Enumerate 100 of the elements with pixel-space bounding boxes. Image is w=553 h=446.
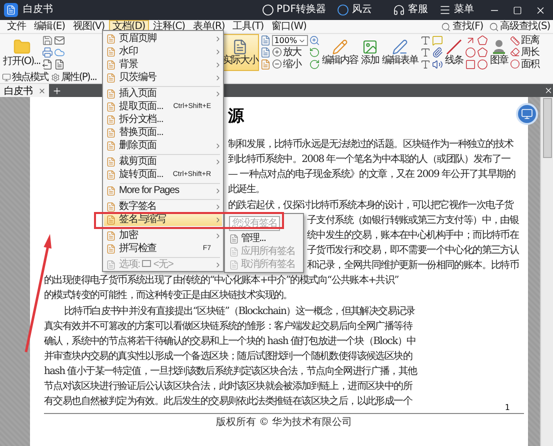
mail-icon[interactable] — [54, 35, 66, 46]
mode-button[interactable]: 独点模式 — [2, 72, 48, 82]
zoom-icon[interactable] — [309, 35, 320, 46]
text-line: 到比特币系统中。2008 年一个笔名为中本聪的人（或团队）发布了一 — [228, 152, 510, 167]
close-icon[interactable] — [38, 86, 46, 94]
monitor-icon — [2, 72, 11, 82]
menu-item[interactable]: 编辑(E) — [30, 20, 69, 33]
title-action-link[interactable]: 客服 — [408, 4, 428, 16]
text-line: 的跌宕起伏，仅探讨比特币系统本身的设计，可以把它视作一次电子货 — [228, 198, 514, 213]
pencil-icon — [332, 39, 348, 55]
page-icon — [106, 186, 116, 196]
search-button[interactable]: 高级查找(S) — [486, 20, 553, 32]
menu-entry[interactable]: 替换页面... — [104, 126, 222, 139]
page-icon — [229, 234, 239, 244]
circle-icon — [510, 59, 520, 70]
menu-entry[interactable]: 背景 — [104, 58, 222, 71]
menu-entry[interactable]: More for Pages — [104, 184, 222, 197]
menu-entry[interactable]: 页眉页脚 — [104, 32, 222, 45]
line-icon — [446, 39, 462, 55]
close-icon[interactable] — [544, 86, 553, 95]
measure-button[interactable]: 周长 — [510, 46, 540, 58]
open-button[interactable]: 打开(O)... — [2, 34, 42, 71]
measure-button[interactable]: 面积 — [510, 58, 540, 70]
search-icon — [441, 22, 452, 32]
new-tab-icon[interactable] — [52, 86, 62, 96]
menu-entry[interactable]: 签名与缩写 — [104, 213, 222, 226]
menu-icon — [439, 4, 451, 16]
edit-form-button[interactable]: 编辑表单 — [381, 34, 420, 71]
title-action-link[interactable]: 风云 — [352, 4, 372, 16]
measure-button[interactable]: 距离 — [510, 35, 540, 46]
circle-icon[interactable] — [477, 58, 488, 70]
title-action-link[interactable]: 菜单 — [454, 4, 474, 16]
text-line: 统中发生的交易，账本在中心机构手中；而比特币在 — [307, 228, 519, 243]
rectangle-icon[interactable] — [465, 58, 476, 70]
menu-item[interactable]: 注释(C) — [149, 20, 189, 33]
line-button[interactable]: 线条 — [444, 34, 464, 71]
menu-entry[interactable]: 插入页面 — [104, 87, 222, 100]
menu-entry[interactable]: 加密 — [104, 229, 222, 242]
page-icon[interactable] — [54, 58, 66, 70]
polygon-icon[interactable] — [477, 35, 488, 46]
menu-entry[interactable]: 裁剪页面 — [104, 155, 222, 168]
folder-icon — [12, 38, 31, 56]
print-icon[interactable] — [42, 46, 54, 58]
menu-entry[interactable]: 水印 — [104, 45, 222, 58]
page-icon — [106, 140, 116, 150]
edit-content-button[interactable]: 编辑内容 — [321, 34, 360, 71]
document-tab[interactable]: 白皮书 — [0, 84, 50, 97]
export-icon[interactable] — [42, 58, 54, 70]
page-icon — [106, 128, 116, 138]
add-button[interactable]: 添加 — [360, 34, 380, 71]
zoom-in-button[interactable]: 放大 — [272, 46, 302, 58]
text-line: hash 值小于某一特定值，一旦找到该数后系统判定该区块合法，节点向全网进行广播，其他 — [44, 364, 417, 379]
text-icon[interactable] — [420, 46, 432, 58]
text-line: 节点对该区块进行验证后公认该区块合法，此时该区块就会被添加到链上，进而区块中的所 — [44, 380, 412, 394]
save-icon[interactable] — [42, 35, 54, 46]
zoom-select[interactable]: 100% — [272, 35, 308, 46]
scrollbar[interactable] — [540, 97, 553, 446]
menu-item[interactable]: 视图(V) — [68, 20, 109, 33]
page-icon — [106, 60, 116, 70]
submenu-entry[interactable]: 管理... — [226, 232, 302, 245]
cloud-icon[interactable] — [54, 46, 66, 58]
speaker-icon[interactable] — [432, 58, 444, 70]
text-line: 此诞生。 — [228, 182, 265, 197]
text-line: 并审查块内交易的真实性以形成一个备选区块；随后试图找到一个随机数使得该候选区块的 — [44, 350, 412, 364]
text-line: 比特币白皮书中并没有直接提出“区块链”（Blockchain）这一概念，但其解决交易记录 — [64, 304, 415, 319]
pen-icon — [392, 39, 408, 55]
page-icon — [106, 230, 116, 240]
rotate-left-icon[interactable] — [309, 46, 320, 58]
page-icon — [229, 260, 239, 270]
menu-item[interactable]: 窗口(W) — [268, 20, 310, 33]
menu-item[interactable]: 文件 — [3, 20, 30, 33]
paperclip-icon[interactable] — [432, 46, 444, 58]
ellipse-icon[interactable] — [465, 46, 476, 58]
close-icon — [534, 4, 546, 16]
rotate-right-icon[interactable] — [309, 58, 320, 70]
menu-entry[interactable]: 数字签名 — [104, 200, 222, 213]
menu-entry[interactable]: 删除页面 — [104, 139, 222, 152]
menu-entry[interactable]: 贝茨编号 — [104, 71, 222, 84]
monitor-icon — [521, 108, 533, 120]
zoom-out-button[interactable]: 缩小 — [272, 58, 302, 70]
minus-icon — [272, 59, 282, 70]
page-icon[interactable] — [260, 46, 272, 58]
menu-item[interactable]: 表单(R) — [188, 20, 229, 33]
stamp-button[interactable]: 图章 — [489, 34, 510, 71]
pentagon-icon[interactable] — [477, 46, 488, 58]
menu-item[interactable]: 工具(T) — [228, 20, 268, 33]
page-icon — [106, 88, 116, 98]
menu-entry[interactable]: 拆分文档... — [104, 113, 222, 126]
text-line: 有交易也自然被判定为有效。此后发生的交易则依此法类推链在该区块之后，以此形成一个 — [44, 394, 412, 409]
page-icon[interactable] — [260, 35, 272, 46]
page-icon — [106, 202, 116, 212]
text-icon[interactable] — [420, 58, 432, 70]
title-action-link[interactable]: PDF转换器 — [276, 4, 326, 16]
properties-button[interactable]: 属性(P)... — [51, 72, 96, 82]
search-button[interactable]: 查找(F) — [438, 20, 486, 32]
text-line: 确认，系统中的节点将若干待确认的交易和上一个块的 hash 值打包放进一个块（Block）中 — [44, 334, 416, 349]
text-line: 制和发展，比特币永远是无法绕过的话题。区块链作为一种独立的技术 — [228, 138, 514, 152]
page-icon — [106, 46, 116, 56]
footer-text: 版权所有 © 华为技术有限公司 — [216, 417, 352, 429]
text-icon[interactable] — [420, 35, 432, 46]
